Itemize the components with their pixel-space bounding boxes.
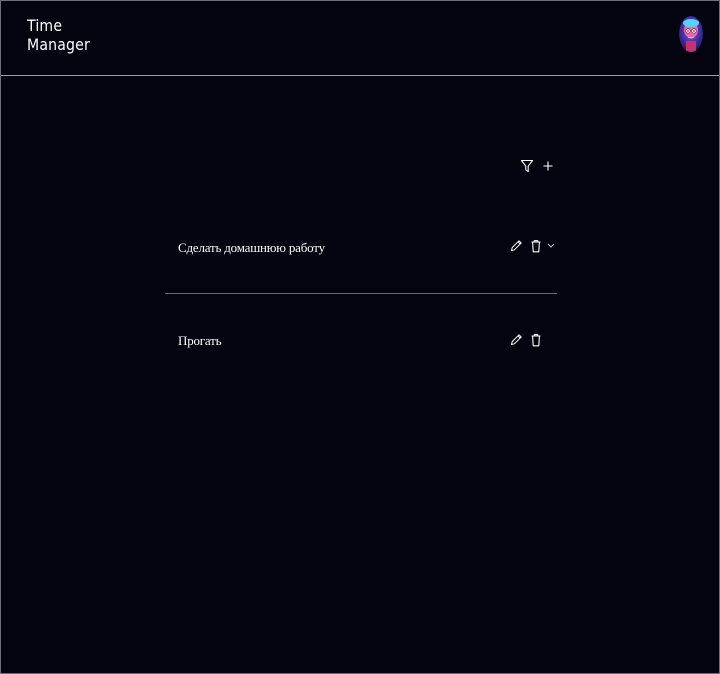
pencil-icon (511, 240, 522, 251)
delete-task-button[interactable] (528, 238, 544, 254)
add-task-button[interactable] (540, 158, 556, 174)
chevron-down-icon (547, 243, 555, 248)
task-title: Прогать (178, 333, 222, 348)
logo-line-manager: Manager (27, 35, 90, 54)
pencil-icon (511, 334, 522, 345)
task-toolbar (519, 158, 559, 178)
plus-icon (543, 161, 553, 171)
trash-icon (531, 240, 541, 253)
trash-icon (531, 334, 541, 347)
app-window: Time Manager Сделать домашнюю работу Про… (0, 0, 720, 674)
filter-icon[interactable] (519, 158, 535, 174)
task-title: Сделать домашнюю работу (178, 240, 325, 255)
delete-task-button[interactable] (528, 332, 544, 348)
edit-task-button[interactable] (508, 332, 524, 348)
edit-task-button[interactable] (508, 238, 524, 254)
logo-line-time: Time (27, 16, 63, 35)
app-logo[interactable]: Time Manager (27, 16, 90, 54)
task-item[interactable]: Сделать домашнюю работу (165, 223, 557, 294)
avatar[interactable] (679, 16, 703, 52)
header: Time Manager (1, 1, 719, 76)
expand-task-button[interactable] (545, 238, 557, 254)
user-avatar-icon (679, 16, 703, 52)
task-item[interactable]: Прогать (165, 319, 557, 365)
